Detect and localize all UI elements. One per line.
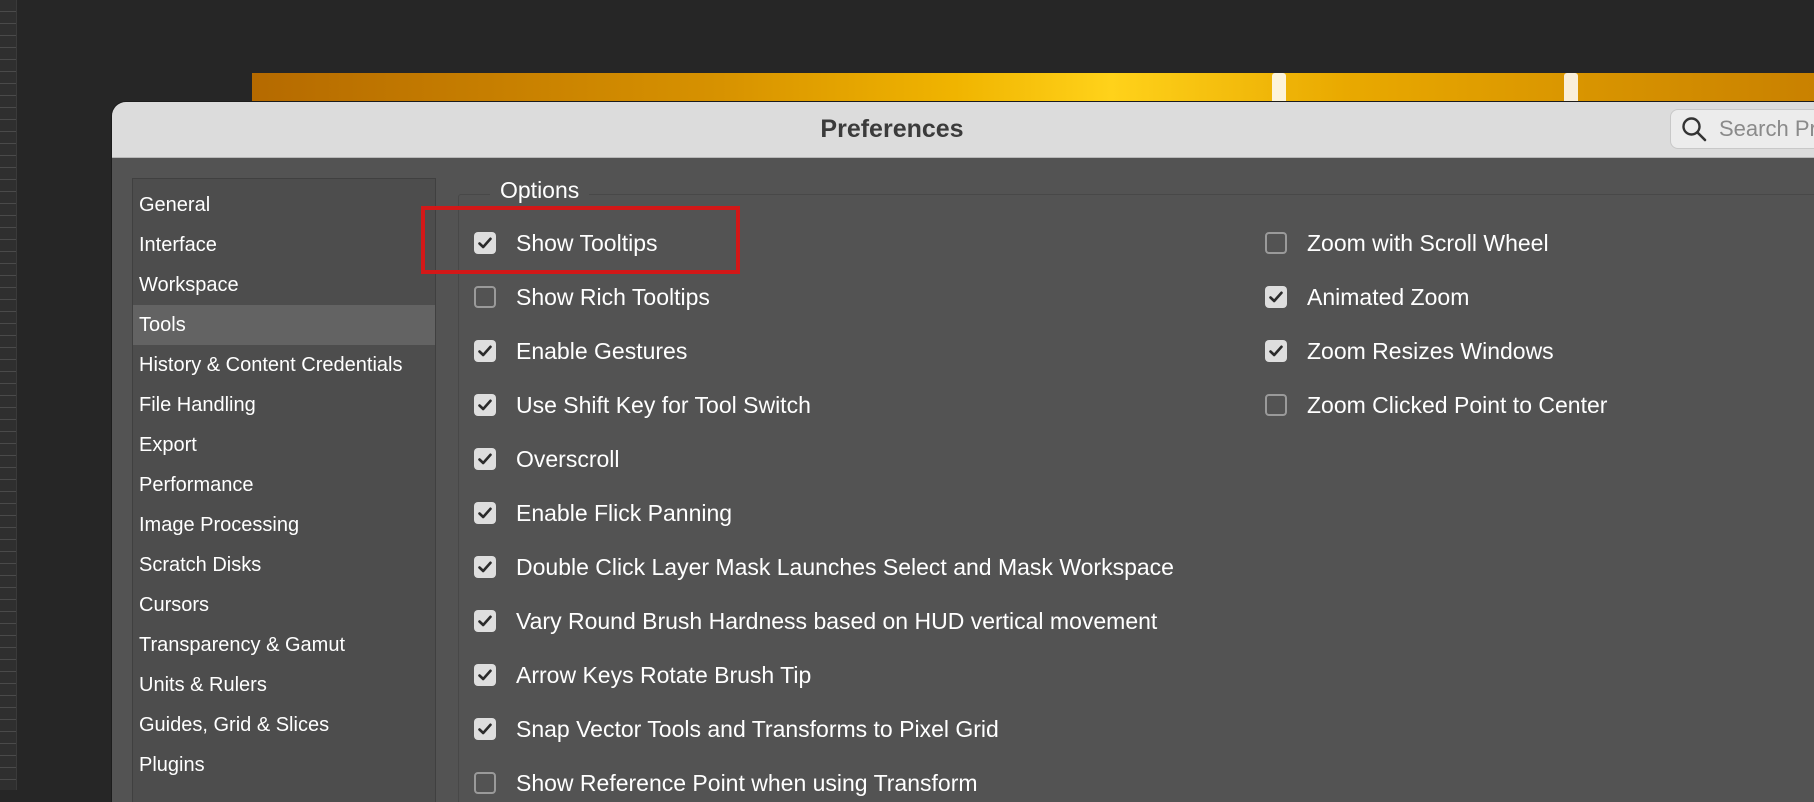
search-input[interactable] [1717, 115, 1814, 143]
checkbox[interactable] [1265, 394, 1287, 416]
checkmark-icon [478, 669, 492, 681]
checkmark-icon [478, 237, 492, 249]
checkmark-icon [1269, 291, 1283, 303]
option-animated-zoom[interactable]: Animated Zoom [1265, 282, 1469, 312]
sidebar-item-cursors[interactable]: Cursors [133, 585, 435, 625]
checkbox[interactable] [474, 394, 496, 416]
option-use-shift-key-for-tool-switch[interactable]: Use Shift Key for Tool Switch [474, 390, 811, 420]
preferences-dialog: Preferences GeneralInterfaceWorkspaceToo… [112, 102, 1814, 802]
sidebar-item-history-and-content-credentials[interactable]: History & Content Credentials [133, 345, 435, 385]
sidebar-item-image-processing[interactable]: Image Processing [133, 505, 435, 545]
checkbox[interactable] [1265, 286, 1287, 308]
sidebar-item-file-handling[interactable]: File Handling [133, 385, 435, 425]
checkbox[interactable] [474, 232, 496, 254]
checkmark-icon [478, 345, 492, 357]
checkbox[interactable] [474, 340, 496, 362]
option-zoom-clicked-point-to-center[interactable]: Zoom Clicked Point to Center [1265, 390, 1607, 420]
checkbox[interactable] [474, 664, 496, 686]
sidebar-item-general[interactable]: General [133, 185, 435, 225]
option-arrow-keys-rotate-brush-tip[interactable]: Arrow Keys Rotate Brush Tip [474, 660, 811, 690]
dialog-title: Preferences [820, 115, 964, 143]
checkmark-icon [1269, 345, 1283, 357]
option-label: Use Shift Key for Tool Switch [516, 391, 811, 418]
option-show-tooltips[interactable]: Show Tooltips [474, 228, 658, 258]
option-show-reference-point-when-using-transform[interactable]: Show Reference Point when using Transfor… [474, 768, 978, 798]
option-label: Zoom Resizes Windows [1307, 337, 1554, 364]
search-box[interactable] [1670, 109, 1814, 149]
sidebar-item-transparency-and-gamut[interactable]: Transparency & Gamut [133, 625, 435, 665]
option-label: Enable Gestures [516, 337, 688, 364]
vertical-ruler [0, 0, 17, 790]
option-enable-gestures[interactable]: Enable Gestures [474, 336, 687, 366]
preferences-sidebar: General Interface Workspace Tools History & … [132, 178, 436, 802]
option-overscroll[interactable]: Overscroll [474, 444, 620, 474]
options-group-label: Options [490, 177, 590, 204]
checkbox[interactable] [1265, 232, 1287, 254]
option-label: Snap Vector Tools and Transforms to Pixe… [516, 715, 999, 742]
option-zoom-resizes-windows[interactable]: Zoom Resizes Windows [1265, 336, 1554, 366]
sidebar-item-tools[interactable]: Tools [133, 305, 435, 345]
option-enable-flick-panning[interactable]: Enable Flick Panning [474, 498, 732, 528]
sidebar-item-plugins[interactable]: Plugins [133, 745, 435, 785]
option-label: Show Reference Point when using Transfor… [516, 769, 978, 796]
option-label: Animated Zoom [1307, 283, 1470, 310]
option-label: Show Tooltips [516, 229, 658, 256]
sidebar-item-interface[interactable]: Interface [133, 225, 435, 265]
option-label: Arrow Keys Rotate Brush Tip [516, 661, 812, 688]
checkbox[interactable] [1265, 340, 1287, 362]
checkbox[interactable] [474, 448, 496, 470]
sidebar-item-export[interactable]: Export [133, 425, 435, 465]
checkbox[interactable] [474, 286, 496, 308]
option-label: Double Click Layer Mask Launches Select … [516, 553, 1174, 580]
option-label: Show Rich Tooltips [516, 283, 710, 310]
checkmark-icon [478, 723, 492, 735]
checkbox[interactable] [474, 610, 496, 632]
checkmark-icon [478, 615, 492, 627]
option-zoom-with-scroll-wheel[interactable]: Zoom with Scroll Wheel [1265, 228, 1549, 258]
checkbox[interactable] [474, 556, 496, 578]
search-icon [1682, 117, 1707, 142]
sidebar-item-performance[interactable]: Performance [133, 465, 435, 505]
option-snap-vector-tools-and-transforms-to-pixel-grid[interactable]: Snap Vector Tools and Transforms to Pixe… [474, 714, 999, 744]
option-label: Overscroll [516, 445, 620, 472]
option-double-click-layer-mask-launches-select-and-mask-workspace[interactable]: Double Click Layer Mask Launches Select … [474, 552, 1174, 582]
checkbox[interactable] [474, 772, 496, 794]
checkbox[interactable] [474, 502, 496, 524]
sidebar-item-scratch-disks[interactable]: Scratch Disks [133, 545, 435, 585]
checkmark-icon [478, 399, 492, 411]
dialog-titlebar: Preferences [112, 102, 1814, 158]
option-vary-round-brush-hardness-based-on-hud-vertical-movement[interactable]: Vary Round Brush Hardness based on HUD v… [474, 606, 1157, 636]
checkbox[interactable] [474, 718, 496, 740]
option-label: Zoom with Scroll Wheel [1307, 229, 1549, 256]
sidebar-item-guides-grid-and-slices[interactable]: Guides, Grid & Slices [133, 705, 435, 745]
checkmark-icon [478, 561, 492, 573]
option-label: Vary Round Brush Hardness based on HUD v… [516, 607, 1158, 634]
option-show-rich-tooltips[interactable]: Show Rich Tooltips [474, 282, 710, 312]
option-label: Zoom Clicked Point to Center [1307, 391, 1608, 418]
sidebar-item-units-and-rulers[interactable]: Units & Rulers [133, 665, 435, 705]
option-label: Enable Flick Panning [516, 499, 733, 526]
checkmark-icon [478, 507, 492, 519]
checkmark-icon [478, 453, 492, 465]
sidebar-item-workspace[interactable]: Workspace [133, 265, 435, 305]
